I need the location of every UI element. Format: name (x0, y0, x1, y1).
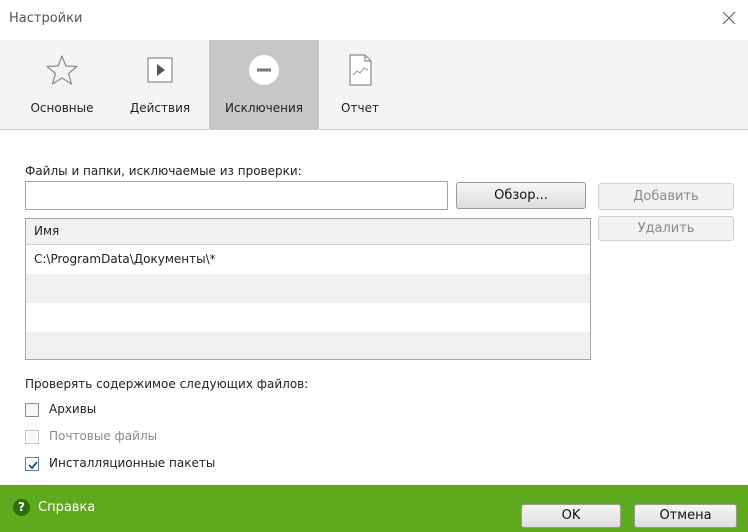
checkbox-box (25, 430, 39, 444)
archives-checkbox-label: Архивы (49, 402, 97, 416)
mail-files-checkbox: Почтовые файлы (25, 428, 225, 446)
scan-contents-label: Проверять содержимое следующих файлов: (25, 377, 309, 391)
exclusions-list[interactable]: Имя C:\ProgramData\Документы\* (25, 218, 591, 360)
minus-circle-icon (249, 55, 279, 85)
play-icon (147, 57, 173, 83)
ok-button[interactable]: OK (521, 504, 621, 528)
list-item-empty (26, 303, 590, 332)
window-title: Настройки (9, 11, 83, 26)
tab-main[interactable]: Основные (22, 40, 102, 130)
tab-exclusions-label: Исключения (225, 101, 303, 115)
help-icon: ? (13, 499, 30, 516)
list-header-name[interactable]: Имя (26, 219, 590, 245)
title-bar: Настройки (0, 0, 748, 40)
remove-button[interactable]: Удалить (598, 216, 734, 241)
help-label: Справка (38, 500, 96, 515)
cancel-button[interactable]: Отмена (634, 504, 737, 528)
installers-checkbox-label: Инсталляционные пакеты (49, 456, 216, 470)
checkmark-icon (28, 461, 38, 470)
browse-button[interactable]: Обзор... (456, 182, 586, 209)
installers-checkbox[interactable]: Инсталляционные пакеты (25, 455, 265, 473)
tab-main-label: Основные (30, 101, 94, 115)
list-item[interactable]: C:\ProgramData\Документы\* (26, 245, 590, 274)
exclusion-path-input[interactable] (25, 181, 448, 210)
add-button[interactable]: Добавить (598, 183, 734, 210)
exclusions-section-label: Файлы и папки, исключаемые из проверки: (25, 164, 302, 178)
checkbox-box[interactable] (25, 457, 39, 471)
tab-actions-label: Действия (129, 101, 191, 115)
tab-actions[interactable]: Действия (120, 40, 200, 130)
mail-files-checkbox-label: Почтовые файлы (49, 429, 158, 443)
close-icon[interactable] (720, 9, 738, 27)
settings-tabs: Основные Действия Исключения Отчет (0, 40, 748, 130)
tab-report[interactable]: Отчет (330, 40, 390, 130)
star-icon (46, 55, 78, 85)
list-item-empty (26, 274, 590, 303)
tab-report-label: Отчет (341, 101, 379, 115)
list-item-empty (26, 332, 590, 359)
archives-checkbox[interactable]: Архивы (25, 401, 225, 419)
report-icon (349, 54, 372, 86)
checkbox-box[interactable] (25, 403, 39, 417)
tab-exclusions[interactable]: Исключения (209, 40, 319, 130)
